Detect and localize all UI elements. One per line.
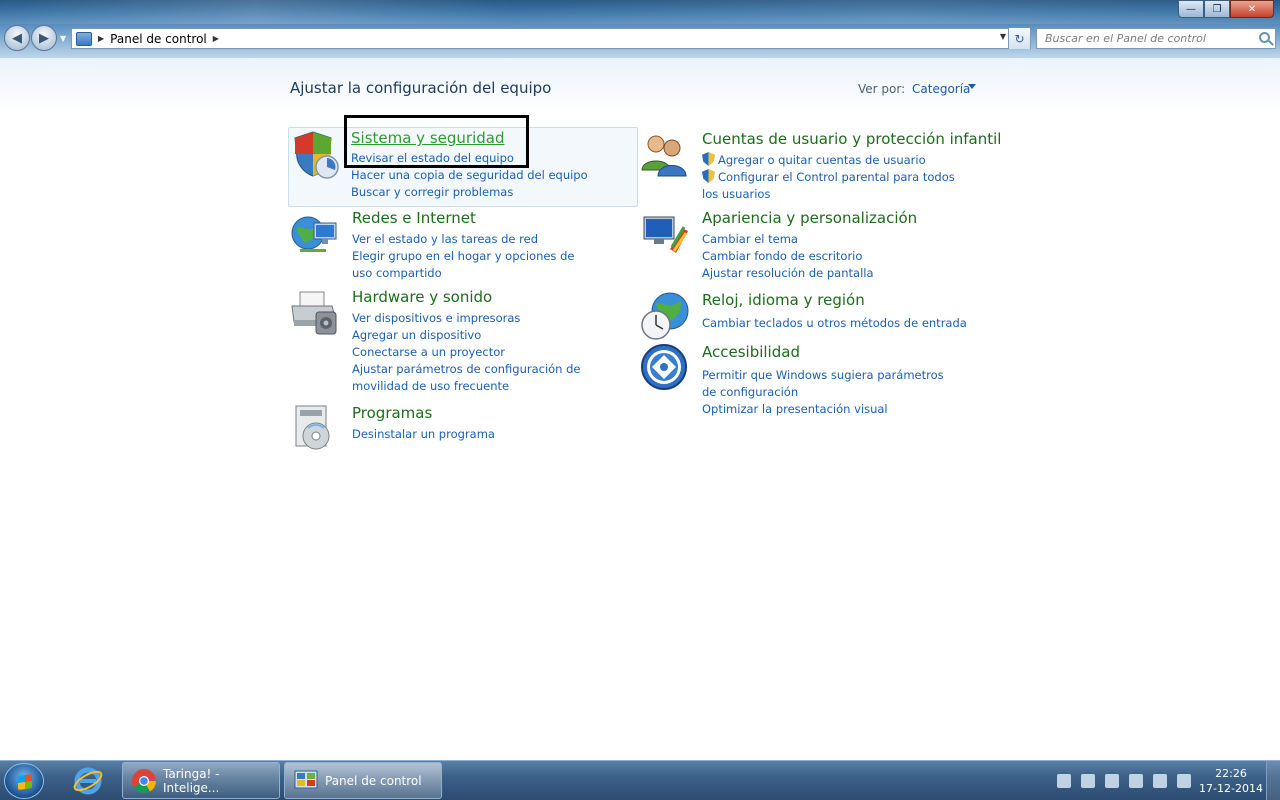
category-hardware-sound: Hardware y sonido Ver dispositivos e imp…: [290, 288, 640, 393]
system-tray: 22:26 17-12-2014: [1052, 761, 1280, 800]
accessibility-icon: [641, 344, 687, 390]
volume-icon[interactable]: [1153, 774, 1167, 788]
category-links: Desinstalar un programa: [352, 426, 495, 443]
breadcrumb-separator-icon[interactable]: ▶: [98, 34, 104, 43]
link-label[interactable]: Agregar o quitar cuentas de usuario: [718, 153, 926, 167]
recent-pages-dropdown[interactable]: ▼: [60, 34, 66, 43]
uac-shield-icon: [702, 152, 715, 166]
chrome-icon: [132, 768, 156, 793]
clock-date: 17-12-2014: [1199, 782, 1263, 795]
category-title[interactable]: Accesibilidad: [702, 343, 800, 361]
page-title: Ajustar la configuración del equipo: [290, 79, 552, 97]
restore-button[interactable]: ❐: [1204, 0, 1230, 18]
link-uninstall-program[interactable]: Desinstalar un programa: [352, 426, 495, 443]
view-by-caret-icon[interactable]: [968, 84, 976, 89]
refresh-button[interactable]: ↻: [1008, 28, 1030, 49]
category-title[interactable]: Redes e Internet: [352, 209, 476, 227]
notification-icon[interactable]: [1057, 774, 1071, 788]
link-backup[interactable]: Hacer una copia de seguridad del equipo: [351, 167, 588, 184]
link-change-wallpaper[interactable]: Cambiar fondo de escritorio: [702, 248, 874, 265]
show-desktop-button[interactable]: [1266, 761, 1280, 800]
breadcrumb-separator-icon[interactable]: ▶: [213, 34, 219, 43]
control-panel-icon: [76, 31, 92, 46]
task-label: Panel de control: [325, 773, 422, 788]
search-input[interactable]: [1045, 32, 1245, 45]
control-panel-content: Ajustar la configuración del equipo Ver …: [0, 58, 1280, 760]
category-clock-language: Reloj, idioma y región Cambiar teclados …: [640, 291, 990, 341]
task-label: Taringa! - Intelige...: [163, 766, 220, 795]
link-network-status[interactable]: Ver el estado y las tareas de red: [352, 231, 592, 248]
search-icon[interactable]: [1259, 32, 1270, 43]
link-add-device[interactable]: Agregar un dispositivo: [352, 327, 640, 344]
printer-icon: [291, 291, 337, 335]
clock-globe-icon: [641, 292, 689, 340]
category-user-accounts: Cuentas de usuario y protección infantil…: [640, 130, 1001, 203]
security-icon[interactable]: [1081, 774, 1095, 788]
clock[interactable]: 22:26 17-12-2014: [1196, 766, 1266, 796]
category-links: Cambiar el tema Cambiar fondo de escrito…: [702, 231, 874, 282]
control-panel-icon: [294, 770, 318, 788]
minimize-button[interactable]: —: [1178, 0, 1204, 18]
window-controls: — ❐ ✕: [1178, 0, 1274, 18]
category-programs: Programas Desinstalar un programa: [290, 404, 635, 452]
link-homegroup[interactable]: Elegir grupo en el hogar y opciones de u…: [352, 248, 592, 282]
link-troubleshoot[interactable]: Buscar y corregir problemas: [351, 184, 588, 201]
clock-time: 22:26: [1215, 767, 1247, 780]
monitor-paint-icon: [643, 216, 688, 253]
breadcrumb-control-panel[interactable]: Panel de control: [110, 32, 207, 46]
taskbar: Taringa! - Intelige... Panel de control …: [0, 760, 1280, 800]
taskbar-task-chrome[interactable]: Taringa! - Intelige...: [122, 762, 280, 799]
windows-logo-icon: [18, 774, 32, 790]
link-mobility-settings[interactable]: Ajustar parámetros de configuración de m…: [352, 361, 640, 395]
link-optimize-display[interactable]: Optimizar la presentación visual: [702, 401, 952, 418]
device-icon[interactable]: [1105, 774, 1119, 788]
category-title[interactable]: Reloj, idioma y región: [702, 291, 865, 309]
category-links: Ver dispositivos e impresoras Agregar un…: [352, 310, 640, 395]
link-windows-suggest-settings[interactable]: Permitir que Windows sugiera parámetros …: [702, 367, 952, 401]
uac-shield-icon: [702, 169, 715, 183]
category-appearance: Apariencia y personalización Cambiar el …: [640, 209, 990, 281]
users-icon: [641, 135, 687, 177]
link-parental-control[interactable]: Configurar el Control parental para todo…: [702, 169, 972, 203]
taskbar-task-control-panel[interactable]: Panel de control: [284, 762, 442, 799]
forward-button[interactable]: ▶: [31, 25, 57, 51]
category-accessibility: Accesibilidad Permitir que Windows sugie…: [640, 343, 990, 418]
link-change-keyboards[interactable]: Cambiar teclados u otros métodos de entr…: [702, 315, 967, 332]
address-bar[interactable]: ▶ Panel de control ▶ ▼ ↻: [71, 28, 1031, 49]
network-globe-icon: [291, 216, 337, 252]
back-arrow-icon: ◀: [12, 30, 22, 46]
link-add-remove-accounts[interactable]: Agregar o quitar cuentas de usuario: [702, 152, 972, 169]
category-title[interactable]: Cuentas de usuario y protección infantil: [702, 130, 1001, 148]
category-links: Permitir que Windows sugiera parámetros …: [702, 367, 952, 418]
category-network-internet: Redes e Internet Ver el estado y las tar…: [290, 209, 635, 281]
link-connect-projector[interactable]: Conectarse a un proyector: [352, 344, 640, 361]
link-change-theme[interactable]: Cambiar el tema: [702, 231, 874, 248]
start-button[interactable]: [4, 763, 44, 799]
close-button[interactable]: ✕: [1230, 0, 1274, 18]
search-box[interactable]: [1036, 28, 1276, 49]
category-links: Ver el estado y las tareas de red Elegir…: [352, 231, 592, 282]
link-devices-printers[interactable]: Ver dispositivos e impresoras: [352, 310, 640, 327]
link-label[interactable]: Configurar el Control parental para todo…: [702, 170, 955, 201]
address-dropdown-icon[interactable]: ▼: [1000, 32, 1006, 41]
shield-icon: [294, 131, 339, 179]
window-titlebar: — ❐ ✕ ◀ ▶ ▼ ▶ Panel de control ▶ ▼ ↻: [0, 0, 1280, 58]
annotation-highlight-box: [344, 115, 529, 168]
category-title[interactable]: Programas: [352, 404, 432, 422]
category-title[interactable]: Hardware y sonido: [352, 288, 492, 306]
view-by-label: Ver por:: [858, 82, 906, 96]
refresh-icon: ↻: [1014, 31, 1025, 46]
back-button[interactable]: ◀: [4, 25, 30, 51]
action-center-flag-icon[interactable]: [1177, 774, 1191, 788]
category-title[interactable]: Apariencia y personalización: [702, 209, 917, 227]
forward-arrow-icon: ▶: [39, 30, 49, 46]
programs-disc-icon: [295, 405, 330, 450]
link-screen-resolution[interactable]: Ajustar resolución de pantalla: [702, 265, 874, 282]
signal-icon[interactable]: [1129, 774, 1143, 788]
category-links: Agregar o quitar cuentas de usuario Conf…: [702, 152, 972, 203]
internet-explorer-icon[interactable]: [72, 765, 104, 797]
view-by-dropdown[interactable]: Categoría: [912, 82, 970, 96]
category-links: Cambiar teclados u otros métodos de entr…: [702, 315, 967, 332]
